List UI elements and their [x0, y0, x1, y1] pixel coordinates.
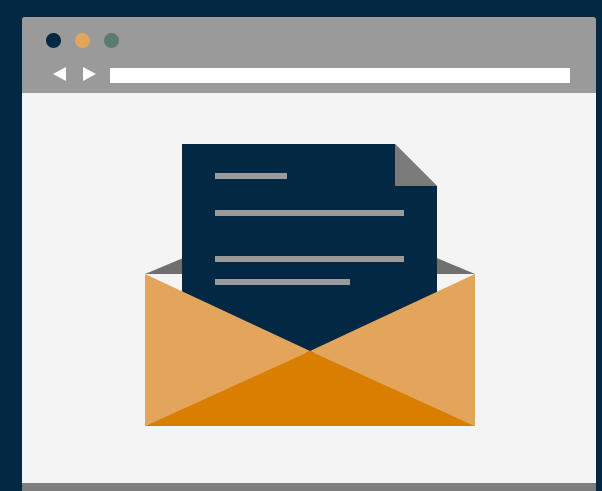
address-bar[interactable] [110, 68, 570, 83]
open-envelope-icon [145, 144, 475, 426]
back-arrow-icon[interactable] [53, 67, 66, 81]
browser-titlebar [22, 17, 596, 93]
window-minimize-button[interactable] [75, 33, 90, 48]
letter-line [215, 279, 350, 285]
window-maximize-button[interactable] [104, 33, 119, 48]
letter-line [215, 256, 404, 262]
letter-corner-fold [395, 144, 437, 186]
forward-arrow-icon[interactable] [83, 67, 96, 81]
browser-window [22, 17, 596, 491]
bottom-bar [22, 483, 596, 491]
letter-line [215, 210, 404, 216]
letter-line [215, 173, 287, 179]
window-close-button[interactable] [46, 33, 61, 48]
page-content [22, 93, 596, 483]
